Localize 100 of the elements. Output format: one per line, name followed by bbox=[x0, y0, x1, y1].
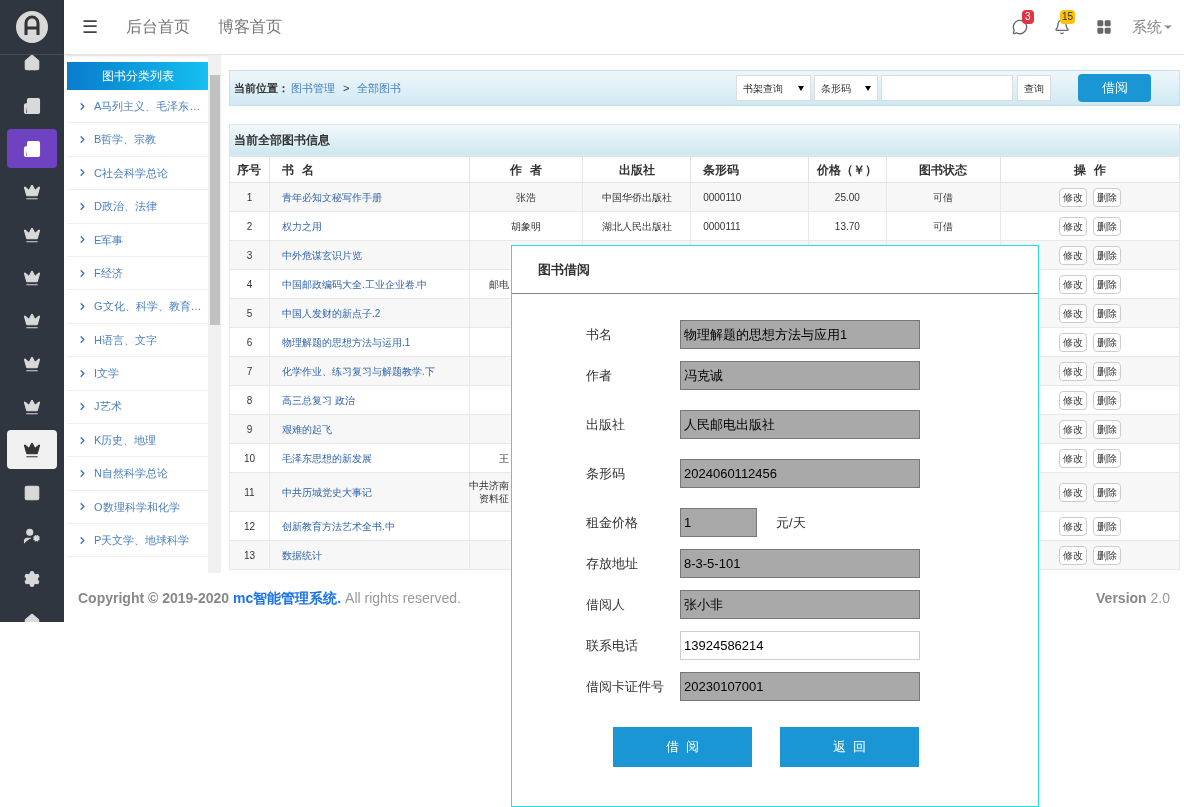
table-cell: 12 bbox=[229, 511, 270, 541]
chevron-icon bbox=[77, 367, 88, 379]
sidebar-item[interactable] bbox=[7, 129, 57, 168]
table-cell: 13 bbox=[229, 540, 270, 570]
edit-button[interactable]: 修改 bbox=[1058, 216, 1087, 236]
delete-button[interactable]: 删除 bbox=[1092, 216, 1121, 236]
table-cell-text: 胡象明 bbox=[510, 219, 543, 234]
delete-button[interactable]: 删除 bbox=[1092, 390, 1121, 410]
table-cell: 7 bbox=[229, 356, 270, 386]
chevron-icon bbox=[77, 301, 88, 313]
book-title-link[interactable]: 中国人发财的新点子.2 bbox=[281, 307, 381, 319]
form-field[interactable]: 人民邮电出版社 bbox=[680, 410, 920, 439]
nav-link[interactable]: 后台首页 bbox=[126, 15, 190, 39]
system-menu[interactable]: 系统 bbox=[1132, 15, 1174, 39]
crown-icon bbox=[23, 354, 41, 373]
crown-icon bbox=[23, 225, 41, 244]
breadcrumb-link[interactable]: 全部图书 bbox=[357, 79, 402, 97]
copyright-text: Copyright © 2019-2020 mc智能管理系统. All rights reserved. bbox=[78, 589, 461, 608]
query-button[interactable]: 查询 bbox=[1017, 75, 1051, 101]
table-title-bar: 当前全部图书信息 bbox=[229, 124, 1180, 156]
table-cell: 0000111 bbox=[703, 220, 741, 232]
form-field[interactable]: 张小非 bbox=[680, 590, 920, 619]
edit-button[interactable]: 修改 bbox=[1058, 419, 1087, 439]
category-panel-title: 图书分类列表 bbox=[67, 62, 208, 90]
book-title-link[interactable]: 高三总复习 政治 bbox=[281, 394, 355, 406]
delete-button[interactable]: 删除 bbox=[1092, 516, 1121, 536]
chevron-icon bbox=[77, 401, 88, 413]
table-cell-text: 王 bbox=[497, 451, 509, 465]
column-header: 书 名 bbox=[269, 156, 470, 183]
field-label: 借阅卡证件号 bbox=[586, 677, 665, 696]
grid-icon[interactable] bbox=[1096, 19, 1112, 35]
table-cell: 湖北人民出版社 bbox=[601, 220, 672, 232]
book-title-link[interactable]: 数据统计 bbox=[281, 549, 322, 561]
edit-button[interactable]: 修改 bbox=[1058, 187, 1087, 207]
message-icon[interactable] bbox=[1012, 19, 1028, 35]
delete-button[interactable]: 删除 bbox=[1092, 303, 1121, 323]
table-cell: 0000110 bbox=[703, 191, 742, 203]
table-cell: 10 bbox=[229, 443, 270, 473]
delete-button[interactable]: 删除 bbox=[1092, 332, 1121, 352]
edit-button[interactable]: 修改 bbox=[1058, 361, 1087, 381]
delete-button[interactable]: 删除 bbox=[1092, 448, 1121, 468]
table-cell: 中国华侨出版社 bbox=[601, 191, 672, 203]
book-title-link[interactable]: 中外危谋玄识片览 bbox=[281, 249, 362, 261]
crown-icon bbox=[23, 268, 41, 287]
book-title-link[interactable]: 艰难的起飞 bbox=[281, 423, 332, 435]
field-label: 出版社 bbox=[586, 415, 626, 434]
form-field[interactable]: 1 bbox=[680, 508, 757, 537]
delete-button[interactable]: 删除 bbox=[1092, 419, 1121, 439]
delete-button[interactable]: 删除 bbox=[1092, 361, 1121, 381]
edit-button[interactable]: 修改 bbox=[1058, 516, 1087, 536]
book-title-link[interactable]: 中共历城党史大事记 bbox=[281, 486, 372, 498]
scope-select[interactable]: 书架查询 bbox=[736, 75, 811, 101]
footer-link[interactable]: mc智能管理系统. bbox=[233, 590, 342, 606]
edit-button[interactable]: 修改 bbox=[1058, 332, 1087, 352]
crown-icon bbox=[23, 311, 41, 330]
delete-button[interactable]: 删除 bbox=[1092, 545, 1121, 565]
table-cell: 6 bbox=[229, 327, 270, 357]
form-field[interactable]: 冯克诚 bbox=[680, 361, 920, 390]
edit-button[interactable]: 修改 bbox=[1058, 482, 1087, 502]
crown-icon bbox=[23, 182, 41, 201]
bell-icon[interactable] bbox=[1054, 19, 1070, 35]
table-cell: 可借 bbox=[933, 191, 954, 203]
book-title-link[interactable]: 毛泽东思想的新发展 bbox=[281, 452, 372, 464]
edit-button[interactable]: 修改 bbox=[1058, 448, 1087, 468]
form-field[interactable]: 8-3-5-101 bbox=[680, 549, 920, 578]
nav-link[interactable]: 博客首页 bbox=[218, 15, 282, 39]
edit-button[interactable]: 修改 bbox=[1058, 303, 1087, 323]
table-cell: 8 bbox=[229, 385, 270, 415]
table-cell-text: 张浩 bbox=[515, 190, 538, 205]
edit-button[interactable]: 修改 bbox=[1058, 245, 1087, 265]
sidebar-item[interactable] bbox=[7, 430, 57, 469]
delete-button[interactable]: 删除 bbox=[1092, 245, 1121, 265]
delete-button[interactable]: 删除 bbox=[1092, 274, 1121, 294]
column-header: 价格（￥） bbox=[808, 156, 887, 183]
form-field[interactable]: 2024060112456 bbox=[680, 459, 920, 488]
delete-button[interactable]: 删除 bbox=[1092, 482, 1121, 502]
form-field[interactable]: 13924586214 bbox=[680, 631, 920, 660]
column-header: 操 作 bbox=[1000, 156, 1180, 183]
edit-button[interactable]: 修改 bbox=[1058, 545, 1087, 565]
edit-button[interactable]: 修改 bbox=[1058, 390, 1087, 410]
field-select[interactable]: 条形码 bbox=[814, 75, 878, 101]
form-field[interactable]: 20230107001 bbox=[680, 672, 920, 701]
chevron-icon bbox=[77, 134, 88, 146]
search-field[interactable] bbox=[881, 75, 1013, 101]
chevron-icon bbox=[77, 167, 88, 179]
book-title-link[interactable]: 权力之用 bbox=[281, 220, 322, 232]
form-field[interactable]: 物理解题的思想方法与应用1 bbox=[680, 320, 920, 349]
menu-icon[interactable]: ☰ bbox=[82, 13, 98, 41]
unit-text: 元/天 bbox=[776, 513, 806, 532]
breadcrumb-link[interactable]: 图书管理 bbox=[291, 79, 335, 97]
edit-button[interactable]: 修改 bbox=[1058, 274, 1087, 294]
table-cell: 1 bbox=[229, 182, 270, 212]
field-label: 作者 bbox=[586, 366, 613, 385]
delete-button[interactable]: 删除 bbox=[1092, 187, 1121, 207]
field-label: 书名 bbox=[586, 325, 613, 344]
table-cell: 可借 bbox=[933, 220, 954, 232]
table-cell: 9 bbox=[229, 414, 270, 444]
crown-icon bbox=[23, 397, 41, 416]
breadcrumb-label: 当前位置： bbox=[234, 80, 289, 96]
notice-count-badge: 15 bbox=[1060, 10, 1076, 24]
